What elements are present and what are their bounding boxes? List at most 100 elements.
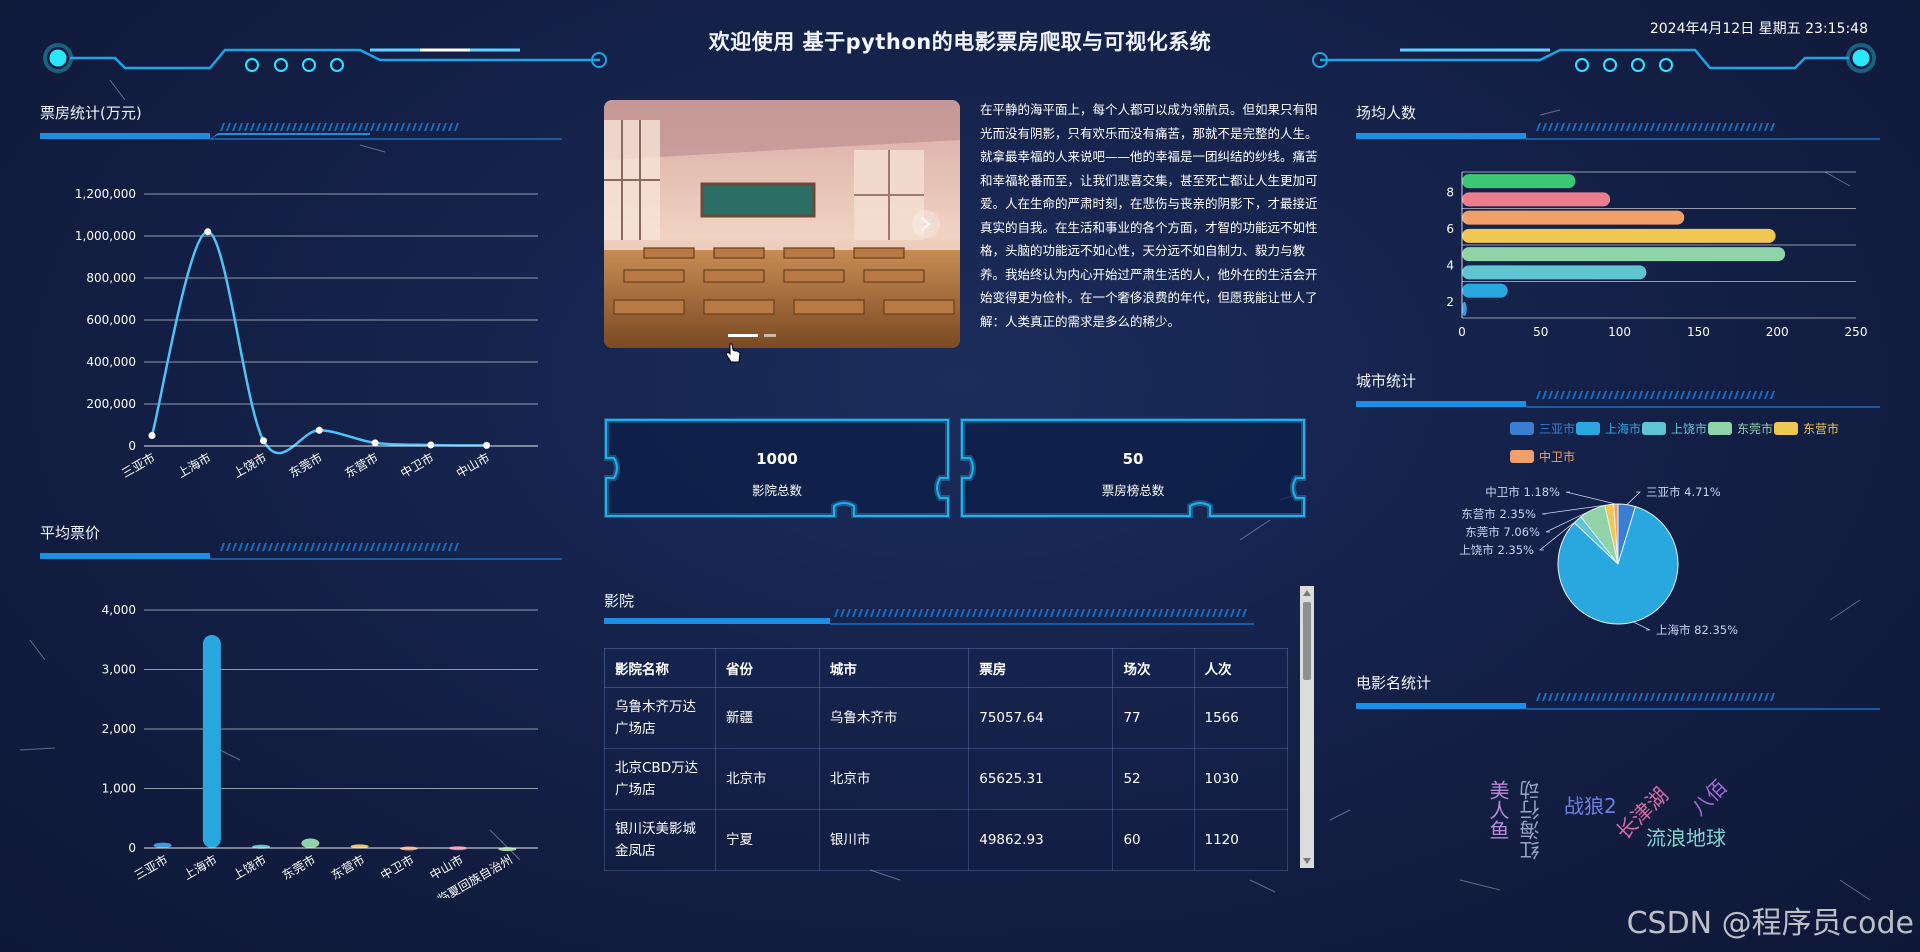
cinema-total-value: 1000: [756, 450, 798, 468]
slice-label: 中卫市 1.18%: [1485, 485, 1560, 499]
x-tick-label: 东营市: [328, 852, 367, 883]
table-cell: 49862.93: [968, 809, 1114, 871]
data-point: [204, 228, 212, 236]
legend-swatch: [1576, 422, 1600, 435]
x-tick-label: 三亚市: [131, 852, 170, 883]
y-tick-label: 200,000: [86, 397, 136, 411]
legend-label: 中卫市: [1539, 449, 1575, 464]
data-point: [148, 432, 156, 439]
x-tick-label: 0: [1458, 325, 1466, 339]
x-tick-label: 东莞市: [286, 450, 325, 478]
word-item: 流浪地球: [1646, 826, 1726, 850]
bar: [1462, 283, 1508, 298]
legend-swatch: [1510, 450, 1534, 463]
x-tick-label: 中山市: [427, 852, 466, 883]
slice-label: 三亚市 4.71%: [1646, 485, 1721, 499]
scroll-up-icon[interactable]: [1303, 590, 1311, 596]
box-office-line-chart[interactable]: 0 200,000 400,000 600,000 800,000 1,000,000 1,…: [40, 178, 562, 478]
bar: [1462, 228, 1776, 243]
legend-label: 东莞市: [1737, 421, 1773, 436]
y-tick-label: 2,000: [102, 722, 136, 736]
bar: [1462, 174, 1576, 189]
table-row[interactable]: 银川沃美影城金凤店 宁夏 银川市 49862.93 60 1120: [604, 809, 1288, 871]
slice-label: 上饶市 2.35%: [1459, 543, 1534, 557]
x-tick-label: 250: [1845, 325, 1868, 339]
x-tick-label: 50: [1533, 325, 1548, 339]
avg-attendance-title-bar: [1356, 123, 1880, 140]
y-tick-label: 800,000: [86, 271, 136, 285]
data-point: [315, 426, 323, 434]
y-tick-label: 4: [1446, 258, 1454, 272]
label-line: [1633, 621, 1651, 631]
column-header: 票房: [968, 648, 1114, 688]
table-cell: 65625.31: [968, 748, 1114, 810]
bar: [1462, 192, 1611, 207]
series-line: [150, 230, 487, 455]
table-cell: 北京市: [818, 748, 970, 810]
data-point: [427, 441, 435, 449]
column-header: 场次: [1112, 648, 1195, 688]
table-cell: 乌鲁木齐市: [818, 687, 970, 749]
image-carousel[interactable]: [604, 100, 960, 348]
table-row[interactable]: 北京CBD万达广场店 北京市 北京市 65625.31 52 1030: [604, 748, 1288, 810]
y-tick-label: 2: [1446, 295, 1454, 309]
table-cell: 乌鲁木齐万达广场店: [604, 687, 716, 749]
legend-swatch: [1642, 422, 1666, 435]
table-cell: 1120: [1193, 809, 1288, 871]
table-cell: 新疆: [715, 687, 820, 749]
scrollbar-thumb[interactable]: [1303, 602, 1311, 680]
table-row[interactable]: 乌鲁木齐万达广场店 新疆 乌鲁木齐市 75057.64 77 1566: [604, 687, 1288, 749]
y-tick-label: 400,000: [86, 355, 136, 369]
x-tick-label: 上饶市: [230, 450, 269, 478]
table-cell: 52: [1112, 748, 1195, 810]
bar: [399, 846, 418, 851]
table-header-row: 影院名称 省份 城市 票房 场次 人次: [604, 648, 1288, 688]
legend-swatch: [1708, 422, 1732, 435]
y-tick-label: 6: [1446, 222, 1454, 236]
movie-word-cloud: 美人鱼 红海行动 战狼2 长津湖 八佰 流浪地球: [1356, 740, 1880, 880]
label-line: [1626, 491, 1641, 505]
data-point: [483, 441, 491, 449]
y-tick-label: 3,000: [102, 663, 136, 677]
y-tick-label: 1,000: [102, 782, 136, 796]
scroll-down-icon[interactable]: [1303, 858, 1311, 864]
y-tick-label: 4,000: [102, 603, 136, 617]
x-tick-label: 中卫市: [398, 450, 437, 478]
legend-label: 东营市: [1803, 421, 1839, 436]
data-point: [371, 439, 379, 447]
bar: [202, 634, 221, 848]
y-tick-label: 0: [128, 439, 136, 453]
board-total-value: 50: [1122, 450, 1144, 468]
table-scrollbar[interactable]: [1300, 586, 1314, 868]
x-tick-label: 200: [1766, 325, 1789, 339]
table-cell: 60: [1112, 809, 1195, 871]
city-stats-title-bar: [1356, 391, 1880, 408]
cinema-total-label: 影院总数: [751, 483, 802, 498]
label-line: [1565, 491, 1616, 505]
legend-label: 上饶市: [1671, 421, 1707, 436]
y-tick-label: 1,200,000: [75, 187, 136, 201]
x-tick-label: 东莞市: [279, 852, 318, 883]
word-item: 八佰: [1686, 774, 1732, 821]
x-tick-label: 上饶市: [230, 852, 269, 883]
word-item: 战狼2: [1564, 794, 1617, 818]
x-tick-label: 上海市: [175, 450, 214, 478]
x-tick-label: 150: [1687, 325, 1710, 339]
board-total-label: 票房榜总数: [1101, 483, 1165, 498]
table-cell: 77: [1112, 687, 1195, 749]
avg-attendance-bar-chart[interactable]: 2 4 6 8 0 50 100 150 200 250: [1356, 162, 1880, 348]
x-tick-label: 上海市: [181, 852, 220, 883]
city-pie-chart[interactable]: 三亚市 上海市 上饶市 东莞市 东营市中卫市三亚市 4.71% 上海市 82.35% 上饶市…: [1356, 412, 1880, 652]
slice-label: 东营市 2.35%: [1461, 507, 1536, 521]
column-header: 省份: [715, 648, 820, 688]
x-tick-label: 100: [1608, 325, 1631, 339]
legend-swatch: [1510, 422, 1534, 435]
avg-price-bar-chart[interactable]: 0 1,000 2,000 3,000 4,000 三亚市 上海市 上饶市 东莞市 东营市 中卫市中…: [40, 598, 562, 898]
table-cell: 1030: [1193, 748, 1288, 810]
table-cell: 宁夏: [715, 809, 820, 871]
bar: [1462, 265, 1647, 280]
table-cell: 北京市: [715, 748, 820, 810]
hand-cursor-icon: [724, 342, 742, 368]
y-tick-label: 0: [128, 841, 136, 855]
table-cell: 银川沃美影城金凤店: [604, 809, 716, 871]
